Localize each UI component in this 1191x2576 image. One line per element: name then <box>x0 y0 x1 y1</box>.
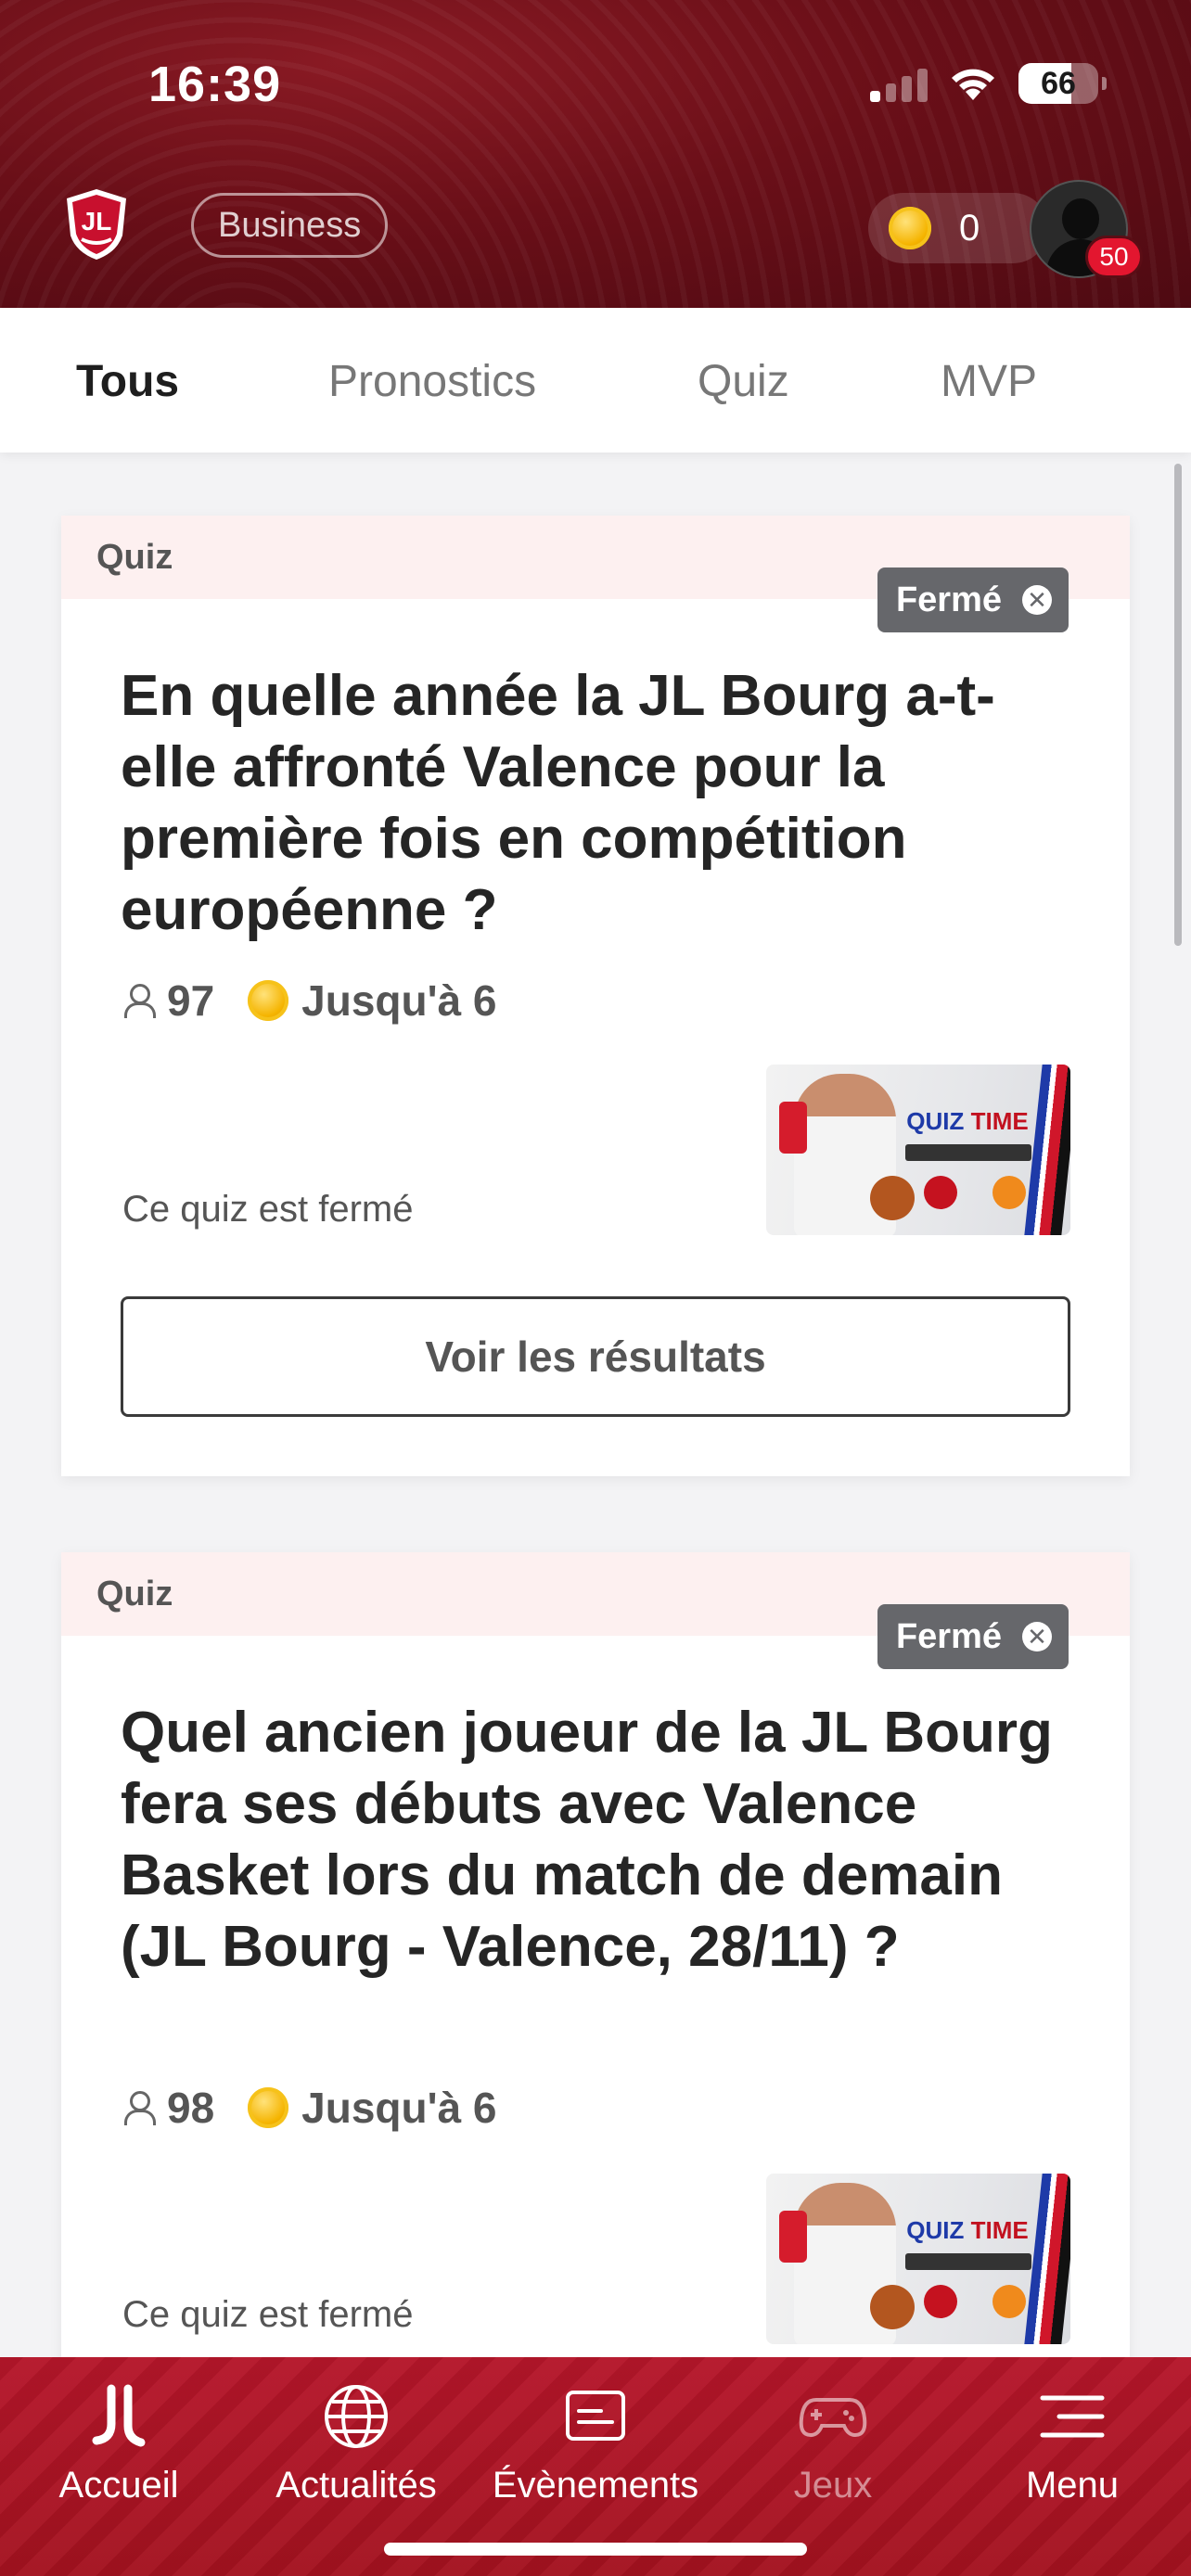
coin-icon <box>248 2087 289 2128</box>
home-indicator[interactable] <box>384 2543 807 2556</box>
closed-text: Ce quiz est fermé <box>122 1189 414 1230</box>
participants-icon <box>122 2089 156 2126</box>
quiz-card[interactable]: Quiz Fermé ✕ Quel ancien joueur de la JL… <box>61 1552 1130 2387</box>
quiz-question: En quelle année la JL Bourg a-t-elle aff… <box>121 664 995 942</box>
nav-item-evenements[interactable]: Évènements <box>477 2381 714 2506</box>
status-label: Fermé <box>895 580 1002 619</box>
coin-icon <box>889 207 931 249</box>
quiz-card[interactable]: Quiz Fermé ✕ En quelle année la JL Bourg… <box>61 516 1130 1476</box>
club-logo[interactable]: JL <box>63 187 130 261</box>
app-header: 16:39 66 JL Business 0 50 <box>0 0 1191 308</box>
thumb-title-a: QUIZ <box>906 2216 965 2244</box>
participants-count: 97 <box>167 976 215 1025</box>
status-badge: Fermé ✕ <box>877 567 1069 632</box>
nav-item-jeux[interactable]: Jeux <box>714 2381 952 2506</box>
close-circle-icon: ✕ <box>1022 1622 1052 1651</box>
status-badge: Fermé ✕ <box>877 1604 1069 1669</box>
cellular-signal-icon <box>870 65 928 102</box>
participants-count: 98 <box>167 2084 215 2132</box>
quiz-meta: 98 Jusqu'à 6 <box>122 2083 497 2133</box>
coins-balance[interactable]: 0 <box>868 193 1048 263</box>
nav-label: Évènements <box>492 2465 699 2506</box>
nav-label: Menu <box>1025 2465 1120 2506</box>
thumb-title-b: TIME <box>970 2216 1029 2244</box>
globe-icon <box>325 2385 388 2448</box>
card-category: Quiz <box>96 538 173 577</box>
participants-icon <box>122 982 156 1019</box>
quiz-thumbnail: QUIZ TIME <box>766 1065 1070 1235</box>
nav-item-accueil[interactable]: Accueil <box>0 2381 237 2506</box>
nav-item-actualites[interactable]: Actualités <box>237 2381 475 2506</box>
tab-mvp[interactable]: MVP <box>941 356 1037 407</box>
menu-icon <box>1040 2395 1105 2438</box>
filter-tabs: Tous Pronostics Quiz MVP <box>0 308 1191 453</box>
quiz-question: Quel ancien joueur de la JL Bourg fera s… <box>121 1701 1053 1979</box>
closed-text: Ce quiz est fermé <box>122 2294 414 2335</box>
coins-count: 0 <box>959 207 980 249</box>
gamepad-icon <box>799 2398 867 2438</box>
nav-label: Accueil <box>58 2465 179 2506</box>
coin-icon <box>248 980 289 1021</box>
close-circle-icon: ✕ <box>1022 585 1052 615</box>
status-icons: 66 <box>870 63 1107 104</box>
jl-logo-icon <box>92 2384 146 2447</box>
reward-label: Jusqu'à 6 <box>301 2084 497 2132</box>
wifi-icon <box>952 69 994 100</box>
nav-label: Jeux <box>793 2465 873 2506</box>
notification-badge: 50 <box>1085 236 1143 278</box>
status-time: 16:39 <box>148 57 282 112</box>
scrollbar[interactable] <box>1174 464 1182 946</box>
event-card-icon <box>566 2391 625 2441</box>
quiz-thumbnail: QUIZ TIME <box>766 2174 1070 2344</box>
quiz-meta: 97 Jusqu'à 6 <box>122 976 497 1026</box>
see-results-button[interactable]: Voir les résultats <box>121 1296 1070 1417</box>
status-label: Fermé <box>895 1616 1002 1656</box>
svg-text:JL: JL <box>82 207 112 236</box>
tab-quiz[interactable]: Quiz <box>698 356 789 407</box>
tab-pronostics[interactable]: Pronostics <box>328 356 536 407</box>
thumb-title-b: TIME <box>970 1107 1029 1135</box>
business-pill[interactable]: Business <box>191 193 389 258</box>
nav-label: Actualités <box>275 2465 437 2506</box>
tab-tous[interactable]: Tous <box>76 356 179 407</box>
thumb-title-a: QUIZ <box>906 1107 965 1135</box>
reward-label: Jusqu'à 6 <box>301 976 497 1025</box>
battery-icon: 66 <box>1018 63 1107 104</box>
battery-level: 66 <box>1041 65 1076 101</box>
card-category: Quiz <box>96 1575 173 1613</box>
nav-item-menu[interactable]: Menu <box>954 2381 1191 2506</box>
